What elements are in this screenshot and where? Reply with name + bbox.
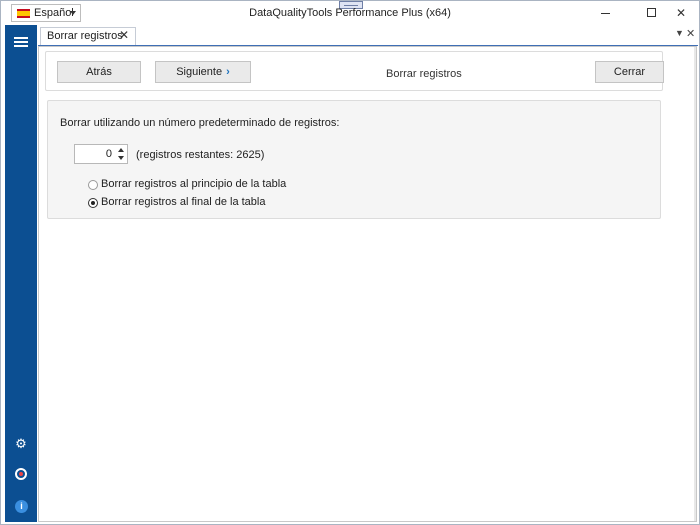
tab-label: Borrar registros — [47, 30, 123, 42]
back-button[interactable]: Atrás — [57, 61, 141, 83]
stepper-down-icon[interactable] — [118, 156, 124, 160]
panel-heading: Borrar utilizando un número predetermina… — [60, 117, 340, 129]
chevron-right-icon: › — [226, 66, 230, 78]
app-window: Español DataQualityTools Performance Plu… — [0, 0, 700, 525]
gear-icon[interactable]: ⚙ — [14, 437, 28, 451]
next-button-label: Siguiente — [176, 66, 223, 78]
close-button[interactable]: Cerrar — [595, 61, 664, 83]
title-bar: Español DataQualityTools Performance Plu… — [1, 1, 699, 25]
tab-dropdown-icon[interactable]: ▼ — [675, 28, 684, 38]
stepper-up-icon[interactable] — [118, 148, 124, 152]
tab-strip: Borrar registros ✕ ▼ ✕ — [38, 27, 698, 46]
close-window-button[interactable]: ✕ — [665, 1, 697, 25]
options-panel: Borrar utilizando un número predetermina… — [47, 100, 661, 219]
remaining-records-label: (registros restantes: 2625) — [136, 149, 265, 161]
sidebar: ⚙ i — [5, 25, 37, 522]
wizard-toolbar: Atrás Siguiente › Borrar registros Cerrar — [45, 51, 664, 91]
info-icon[interactable]: i — [15, 500, 28, 513]
tab-borrar-registros[interactable]: Borrar registros ✕ — [40, 27, 136, 45]
radio-button[interactable] — [88, 198, 98, 208]
record-count-stepper[interactable]: 0 — [74, 144, 128, 164]
minimize-button[interactable] — [589, 1, 621, 25]
next-button[interactable]: Siguiente › — [155, 61, 251, 83]
scrollbar[interactable] — [694, 47, 696, 521]
close-icon[interactable]: ✕ — [686, 27, 695, 40]
help-icon[interactable] — [15, 468, 27, 480]
maximize-button[interactable] — [635, 1, 667, 25]
radio-button[interactable] — [88, 180, 98, 190]
menu-icon[interactable] — [14, 37, 28, 48]
close-icon[interactable]: ✕ — [119, 28, 129, 42]
page-title: Borrar registros — [386, 68, 462, 80]
main-content: Atrás Siguiente › Borrar registros Cerrar… — [38, 46, 697, 522]
radio-label: Borrar registros al final de la tabla — [101, 196, 266, 208]
record-count-value: 0 — [105, 148, 112, 160]
radio-label: Borrar registros al principio de la tabl… — [101, 178, 287, 190]
